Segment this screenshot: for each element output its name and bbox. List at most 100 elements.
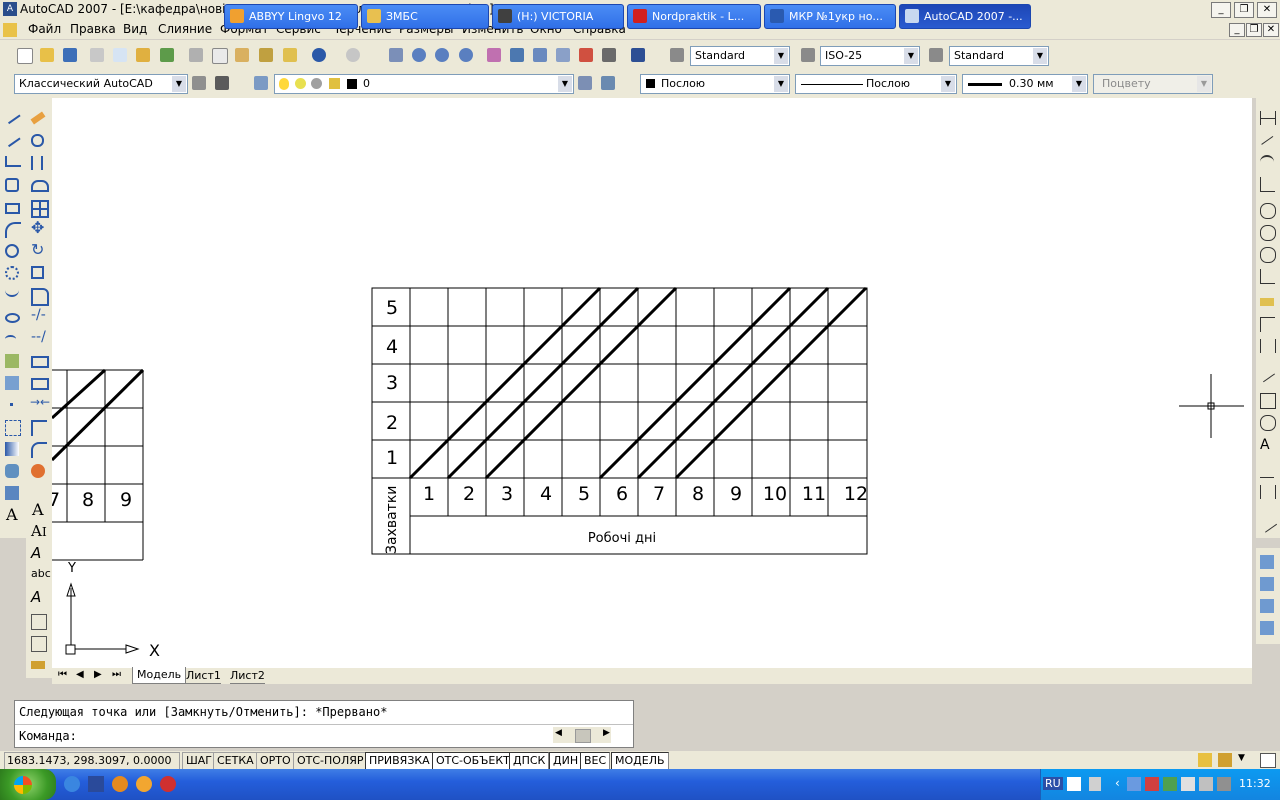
task-nordpraktik[interactable]: Nordpraktik - L...: [627, 4, 761, 29]
table-style-icon[interactable]: [926, 45, 946, 65]
antivirus-tray-icon[interactable]: [1145, 777, 1159, 791]
continue-icon[interactable]: [1257, 336, 1277, 356]
pan-icon[interactable]: [386, 45, 406, 65]
lineweight-toggle[interactable]: ВЕС: [580, 752, 611, 770]
3d-dwf-icon[interactable]: [157, 45, 177, 65]
point-icon[interactable]: [2, 395, 22, 415]
tray-app-icon[interactable]: [1163, 777, 1177, 791]
open-icon[interactable]: [37, 45, 57, 65]
center-mark-icon[interactable]: [1257, 412, 1277, 432]
region-icon[interactable]: [2, 461, 22, 481]
tab-sheet1[interactable]: Лист1: [186, 668, 221, 684]
rotate-icon[interactable]: ↻: [28, 240, 48, 261]
text-justify-icon[interactable]: [28, 633, 48, 653]
help-tray-icon[interactable]: [1067, 777, 1081, 791]
drawing-canvas[interactable]: 5 4 3 2 1 1 2 3 4 5 6 7 8 9 10 11 12 Зах…: [52, 98, 1252, 668]
calculator-icon[interactable]: [599, 45, 619, 65]
task-abbyy[interactable]: ABBYY Lingvo 12: [224, 4, 358, 29]
layer-manager-icon[interactable]: [251, 73, 271, 93]
tolerance-icon[interactable]: [1257, 390, 1277, 410]
clean-screen-icon[interactable]: [1260, 753, 1276, 768]
zoom-realtime-icon[interactable]: [409, 45, 429, 65]
ellipse-icon[interactable]: [2, 307, 22, 327]
chamfer-icon[interactable]: [28, 417, 48, 437]
sheet-set-icon[interactable]: [553, 45, 573, 65]
angular-icon[interactable]: [1257, 266, 1277, 286]
doc-close-button[interactable]: ✕: [1263, 23, 1279, 37]
drawing-svg[interactable]: 5 4 3 2 1 1 2 3 4 5 6 7 8 9 10 11 12 Зах…: [52, 98, 1252, 668]
lineweight-select[interactable]: 0.30 мм ▼: [962, 74, 1088, 94]
grid-toggle[interactable]: СЕТКА: [213, 752, 258, 770]
construction-line-icon[interactable]: [2, 130, 22, 151]
dyn-toggle[interactable]: ДИН: [549, 752, 583, 770]
line-icon[interactable]: [2, 107, 22, 128]
dim-style-icon[interactable]: [798, 45, 818, 65]
find-text-icon[interactable]: abc: [28, 567, 51, 587]
start-button[interactable]: [0, 769, 56, 800]
text-icon[interactable]: A: [28, 500, 48, 521]
text-style-icon[interactable]: [667, 45, 687, 65]
dimension-style-icon[interactable]: [1256, 512, 1278, 533]
communication-center-icon[interactable]: [1198, 753, 1212, 767]
tab-model[interactable]: Модель: [132, 667, 187, 684]
erase-icon[interactable]: [28, 108, 48, 128]
polyline-icon[interactable]: [2, 153, 22, 173]
text-style-select[interactable]: Standard ▼: [690, 46, 790, 66]
copy-object-icon[interactable]: [28, 131, 48, 151]
layer-previous-icon[interactable]: [598, 73, 618, 93]
task-victoria[interactable]: (H:) VICTORIA: [492, 4, 624, 29]
make-current-layer-icon[interactable]: [575, 73, 595, 93]
tab-sheet2[interactable]: Лист2: [230, 668, 265, 684]
tray-app-icon-2[interactable]: [1181, 777, 1195, 791]
move-icon[interactable]: ✥: [28, 218, 48, 239]
layer-select[interactable]: 0 ▼: [274, 74, 574, 94]
menu-file[interactable]: Файл: [28, 22, 61, 36]
document-icon[interactable]: [3, 23, 17, 37]
zoom-previous-icon[interactable]: [456, 45, 476, 65]
design-center-icon[interactable]: [507, 45, 527, 65]
save-icon[interactable]: [60, 45, 80, 65]
tray-app-icon-3[interactable]: [1199, 777, 1213, 791]
text-style-icon-2[interactable]: A: [28, 588, 48, 609]
linear-dimension-icon[interactable]: [1257, 108, 1277, 128]
gradient-icon[interactable]: [2, 439, 22, 459]
redo-icon[interactable]: [343, 45, 363, 65]
linetype-select[interactable]: Послою ▼: [795, 74, 957, 94]
jogged-icon[interactable]: [1257, 222, 1277, 242]
baseline-icon[interactable]: [1257, 314, 1277, 334]
bring-to-front-icon[interactable]: [1257, 552, 1277, 572]
insert-block-icon[interactable]: [2, 351, 22, 371]
text-scale-icon[interactable]: [28, 611, 48, 631]
new-icon[interactable]: [14, 45, 34, 65]
radius-icon[interactable]: [1257, 200, 1277, 220]
color-select[interactable]: Послою ▼: [640, 74, 790, 94]
copy-icon[interactable]: [209, 45, 229, 65]
table-icon[interactable]: [2, 483, 22, 503]
revision-cloud-icon[interactable]: [2, 263, 22, 283]
autocad-app-icon[interactable]: A: [3, 2, 17, 16]
dim-style-select[interactable]: ISO-25 ▼: [820, 46, 920, 66]
stretch-icon[interactable]: [28, 285, 49, 306]
arc-length-icon[interactable]: [1257, 152, 1277, 172]
volume-icon[interactable]: [1217, 777, 1231, 791]
explode-icon[interactable]: [28, 461, 48, 481]
mirror-icon[interactable]: [28, 153, 48, 173]
polar-toggle[interactable]: ОТС-ПОЛЯР: [293, 752, 368, 770]
dimtedit-icon[interactable]: [1257, 460, 1277, 480]
diameter-icon[interactable]: [1257, 244, 1277, 264]
break-at-point-icon[interactable]: [28, 351, 49, 371]
break-icon[interactable]: [28, 373, 49, 393]
opera-icon[interactable]: [160, 776, 176, 792]
outlook-icon[interactable]: [88, 776, 104, 792]
ie-icon[interactable]: [64, 776, 80, 792]
convert-distance-icon[interactable]: [28, 655, 48, 675]
zoom-window-icon[interactable]: [432, 45, 452, 65]
workspace-settings-icon[interactable]: [189, 73, 209, 93]
osnap-toggle[interactable]: ПРИВЯЗКА: [365, 752, 434, 770]
preview-icon[interactable]: [110, 45, 130, 65]
arc-icon[interactable]: [2, 219, 22, 239]
task-mkr-doc[interactable]: МКР №1укр но...: [764, 4, 896, 29]
polygon-icon[interactable]: [2, 175, 22, 195]
coordinates-display[interactable]: 1683.1473, 298.3097, 0.0000: [4, 752, 180, 770]
match-properties-icon[interactable]: [256, 45, 276, 65]
